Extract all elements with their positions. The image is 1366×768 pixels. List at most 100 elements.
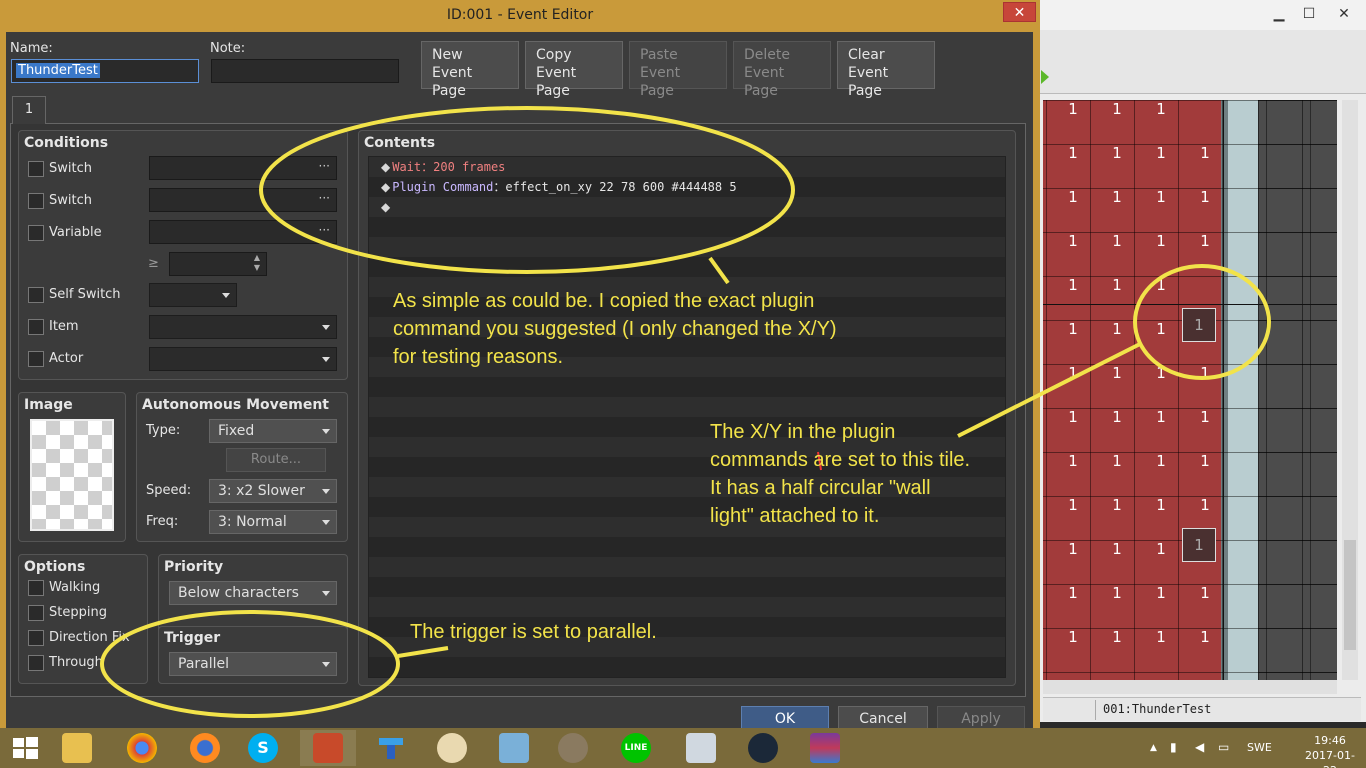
- priority-dropdown[interactable]: Below characters: [169, 581, 337, 605]
- close-icon[interactable]: ✕: [1003, 2, 1036, 22]
- map-tile-label: 1: [1112, 584, 1122, 602]
- windows-logo-icon[interactable]: [10, 733, 40, 763]
- switch1-checkbox[interactable]: [28, 161, 44, 177]
- photos-icon[interactable]: [499, 733, 529, 763]
- tray-expand-icon[interactable]: ▲: [1150, 743, 1157, 753]
- rpg-maker-icon[interactable]: [313, 733, 343, 763]
- trigger-dropdown[interactable]: Parallel: [169, 652, 337, 676]
- skype-icon[interactable]: S: [248, 733, 278, 763]
- command-row-plugin[interactable]: ◆ Plugin Command：effect_on_xy 22 78 600 #…: [381, 177, 737, 197]
- map-tile-label: 1: [1156, 628, 1166, 646]
- event-tile-target[interactable]: 1: [1182, 308, 1216, 342]
- map-horizontal-scrollbar[interactable]: [1043, 680, 1337, 694]
- map-tile-label: 1: [1068, 144, 1078, 162]
- chrome-icon[interactable]: [127, 733, 157, 763]
- map-close-icon[interactable]: ✕: [1330, 4, 1358, 24]
- route-button[interactable]: Route...: [226, 448, 326, 472]
- map-tile-label: 1: [1068, 584, 1078, 602]
- event-image-preview[interactable]: [30, 419, 114, 531]
- tab-page-1[interactable]: 1: [12, 96, 46, 124]
- event-command-list[interactable]: ◆ Wait：200 frames ◆ Plugin Command：effect_…: [368, 156, 1006, 678]
- options-title: Options: [24, 559, 86, 575]
- steam-icon[interactable]: [748, 733, 778, 763]
- calculator-icon[interactable]: [686, 733, 716, 763]
- actor-checkbox[interactable]: [28, 351, 44, 367]
- btn-line1: Delete: [744, 47, 790, 63]
- status-separator: [1095, 700, 1096, 720]
- paint-icon[interactable]: [437, 733, 467, 763]
- direction-fix-label: Direction Fix: [49, 630, 130, 645]
- movement-speed-dropdown[interactable]: 3: x2 Slower: [209, 479, 337, 503]
- image-title: Image: [24, 397, 73, 413]
- windows-taskbar: S LINE ▲ ▮ ◀ ▭ SWE 19:46 2017-01-22: [0, 728, 1366, 768]
- event-tile[interactable]: 1: [1182, 528, 1216, 562]
- actor-dropdown[interactable]: [149, 347, 337, 371]
- self-switch-checkbox[interactable]: [28, 287, 44, 303]
- walking-checkbox[interactable]: [28, 580, 44, 596]
- gimp-icon[interactable]: [558, 733, 588, 763]
- paste-event-page-button[interactable]: Paste Event Page: [629, 41, 727, 99]
- direction-fix-checkbox[interactable]: [28, 630, 44, 646]
- network-icon[interactable]: ▮: [1170, 740, 1177, 754]
- delete-event-page-button[interactable]: Delete Event Page: [733, 41, 831, 99]
- item-checkbox[interactable]: [28, 319, 44, 335]
- btn-line1: New: [432, 47, 463, 63]
- stepping-checkbox[interactable]: [28, 605, 44, 621]
- ellipsis-icon: ···: [318, 191, 330, 205]
- command-row-wait[interactable]: ◆ Wait：200 frames: [381, 157, 505, 177]
- spinner-icon[interactable]: ▲ ▼: [254, 253, 260, 273]
- clear-event-page-button[interactable]: Clear Event Page: [837, 41, 935, 99]
- winrar-icon[interactable]: [810, 733, 840, 763]
- contents-title: Contents: [364, 135, 436, 151]
- line-icon[interactable]: LINE: [621, 733, 651, 763]
- variable-checkbox[interactable]: [28, 225, 44, 241]
- tetris-icon[interactable]: [376, 733, 406, 763]
- firefox-icon[interactable]: [190, 733, 220, 763]
- movement-type-dropdown[interactable]: Fixed: [209, 419, 337, 443]
- name-input[interactable]: ThunderTest: [11, 59, 199, 83]
- maximize-icon[interactable]: ☐: [1295, 4, 1323, 24]
- command-row-empty[interactable]: ◆: [381, 197, 392, 217]
- scrollbar-thumb[interactable]: [1344, 540, 1356, 650]
- chevron-down-icon: [322, 520, 330, 525]
- movement-freq-dropdown[interactable]: 3: Normal: [209, 510, 337, 534]
- map-vertical-scrollbar[interactable]: [1342, 100, 1358, 680]
- map-canvas[interactable]: 1 1 1 1 1 1 1 1 1 1 1 1 1 1 1 1 1 1 1 1 1 1 1 1 1 1 1 1 1 1 1 1 1 1 1 1 1 1 1 1…: [1043, 100, 1337, 680]
- switch1-field[interactable]: ···: [149, 156, 337, 180]
- wait-args: ：200 frames: [421, 160, 506, 174]
- map-tile-label: 1: [1068, 100, 1078, 118]
- copy-event-page-button[interactable]: Copy Event Page: [525, 41, 623, 99]
- item-label: Item: [49, 319, 79, 334]
- map-tile-label: 1: [1156, 452, 1166, 470]
- variable-value-spinner[interactable]: ▲ ▼: [169, 252, 267, 276]
- volume-icon[interactable]: ◀: [1195, 740, 1204, 754]
- new-event-page-button[interactable]: New Event Page: [421, 41, 519, 99]
- map-tile-label: 1: [1156, 320, 1166, 338]
- through-checkbox[interactable]: [28, 655, 44, 671]
- map-tile-label: 1: [1156, 276, 1166, 294]
- map-titlebar: ▁ ☐ ✕: [1035, 0, 1366, 30]
- note-input[interactable]: [211, 59, 399, 83]
- btn-line1: Copy: [536, 47, 572, 63]
- clock[interactable]: 19:46 2017-01-22: [1300, 733, 1360, 768]
- speed-label: Speed:: [146, 483, 192, 498]
- language-indicator[interactable]: SWE: [1247, 741, 1272, 754]
- notification-icon[interactable]: ▭: [1218, 740, 1229, 754]
- play-icon[interactable]: [1041, 70, 1049, 84]
- minimize-icon[interactable]: ▁: [1265, 4, 1293, 24]
- map-tile-label: 1: [1068, 496, 1078, 514]
- self-switch-dropdown[interactable]: [149, 283, 237, 307]
- file-explorer-icon[interactable]: [62, 733, 92, 763]
- chevron-down-icon: [322, 662, 330, 667]
- map-tile-label: 1: [1156, 188, 1166, 206]
- item-dropdown[interactable]: [149, 315, 337, 339]
- map-tile-label: 1: [1200, 232, 1210, 250]
- map-tile-label: 1: [1200, 584, 1210, 602]
- variable-field[interactable]: ···: [149, 220, 337, 244]
- switch2-checkbox[interactable]: [28, 193, 44, 209]
- btn-line1: Clear: [848, 47, 885, 63]
- stepping-label: Stepping: [49, 605, 107, 620]
- switch2-field[interactable]: ···: [149, 188, 337, 212]
- freq-label: Freq:: [146, 514, 179, 529]
- map-tile-label: 1: [1200, 452, 1210, 470]
